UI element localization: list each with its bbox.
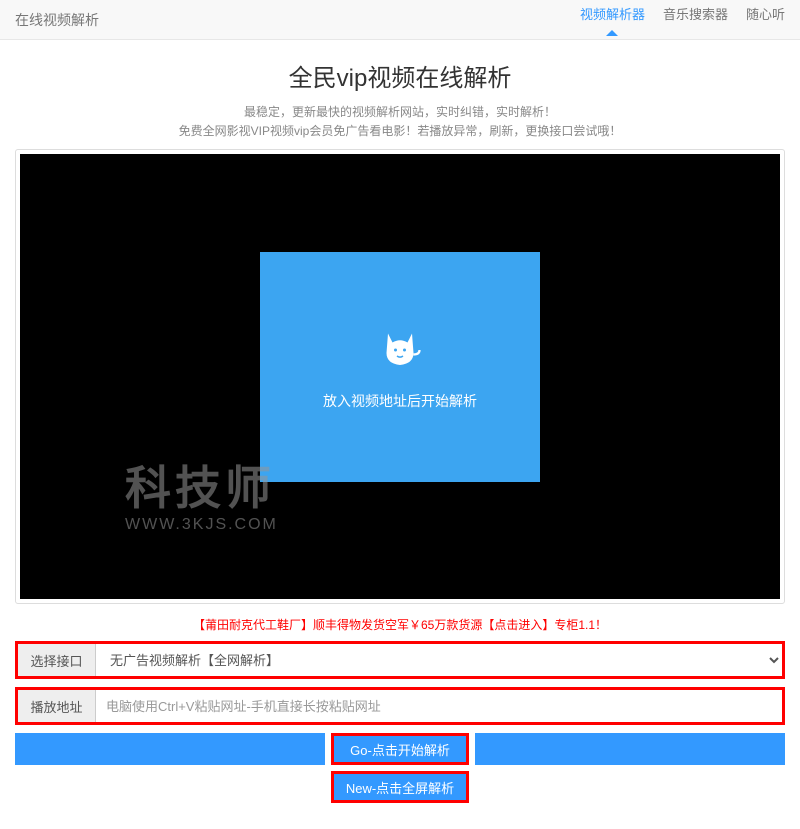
cat-icon <box>376 323 424 371</box>
player-container: 放入视频地址后开始解析 科技师 WWW.3KJS.COM <box>15 149 785 604</box>
btn-side-left[interactable] <box>15 733 325 765</box>
video-player[interactable]: 放入视频地址后开始解析 科技师 WWW.3KJS.COM <box>20 154 780 599</box>
watermark-big: 科技师 <box>125 452 278 518</box>
address-input[interactable] <box>96 690 782 722</box>
player-placeholder: 放入视频地址后开始解析 <box>260 252 540 482</box>
main: 全民vip视频在线解析 最稳定，更新最快的视频解析网站，实时纠错，实时解析！ 免… <box>0 40 800 829</box>
watermark: 科技师 WWW.3KJS.COM <box>125 452 278 534</box>
subtitle-line2: 免费全网影视VIP视频vip会员免广告看电影！若播放异常，刷新，更换接口尝试哦！ <box>15 122 785 141</box>
address-row: 播放地址 <box>15 687 785 725</box>
interface-select[interactable]: 无广告视频解析【全网解析】 <box>96 644 782 676</box>
btn-center: Go-点击开始解析 New-点击全屏解析 <box>331 733 469 803</box>
new-button[interactable]: New-点击全屏解析 <box>331 771 469 803</box>
nav-video-parser[interactable]: 视频解析器 <box>580 4 645 35</box>
button-row: Go-点击开始解析 New-点击全屏解析 <box>15 733 785 803</box>
player-prompt: 放入视频地址后开始解析 <box>323 391 477 411</box>
go-button[interactable]: Go-点击开始解析 <box>331 733 469 765</box>
interface-label: 选择接口 <box>18 644 96 676</box>
promo-link[interactable]: 【莆田耐克代工鞋厂】顺丰得物发货空军￥65万款货源【点击进入】专柜1.1！ <box>15 616 785 633</box>
page-title: 全民vip视频在线解析 <box>15 58 785 93</box>
address-label: 播放地址 <box>18 690 96 722</box>
btn-side-right[interactable] <box>475 733 785 765</box>
brand: 在线视频解析 <box>15 10 99 30</box>
subtitle: 最稳定，更新最快的视频解析网站，实时纠错，实时解析！ 免费全网影视VIP视频vi… <box>15 103 785 141</box>
topbar: 在线视频解析 视频解析器 音乐搜索器 随心听 <box>0 0 800 40</box>
subtitle-line1: 最稳定，更新最快的视频解析网站，实时纠错，实时解析！ <box>15 103 785 122</box>
watermark-small: WWW.3KJS.COM <box>125 516 278 534</box>
interface-row: 选择接口 无广告视频解析【全网解析】 <box>15 641 785 679</box>
nav-music-search[interactable]: 音乐搜索器 <box>663 4 728 35</box>
nav: 视频解析器 音乐搜索器 随心听 <box>580 4 785 35</box>
nav-random-listen[interactable]: 随心听 <box>746 4 785 35</box>
